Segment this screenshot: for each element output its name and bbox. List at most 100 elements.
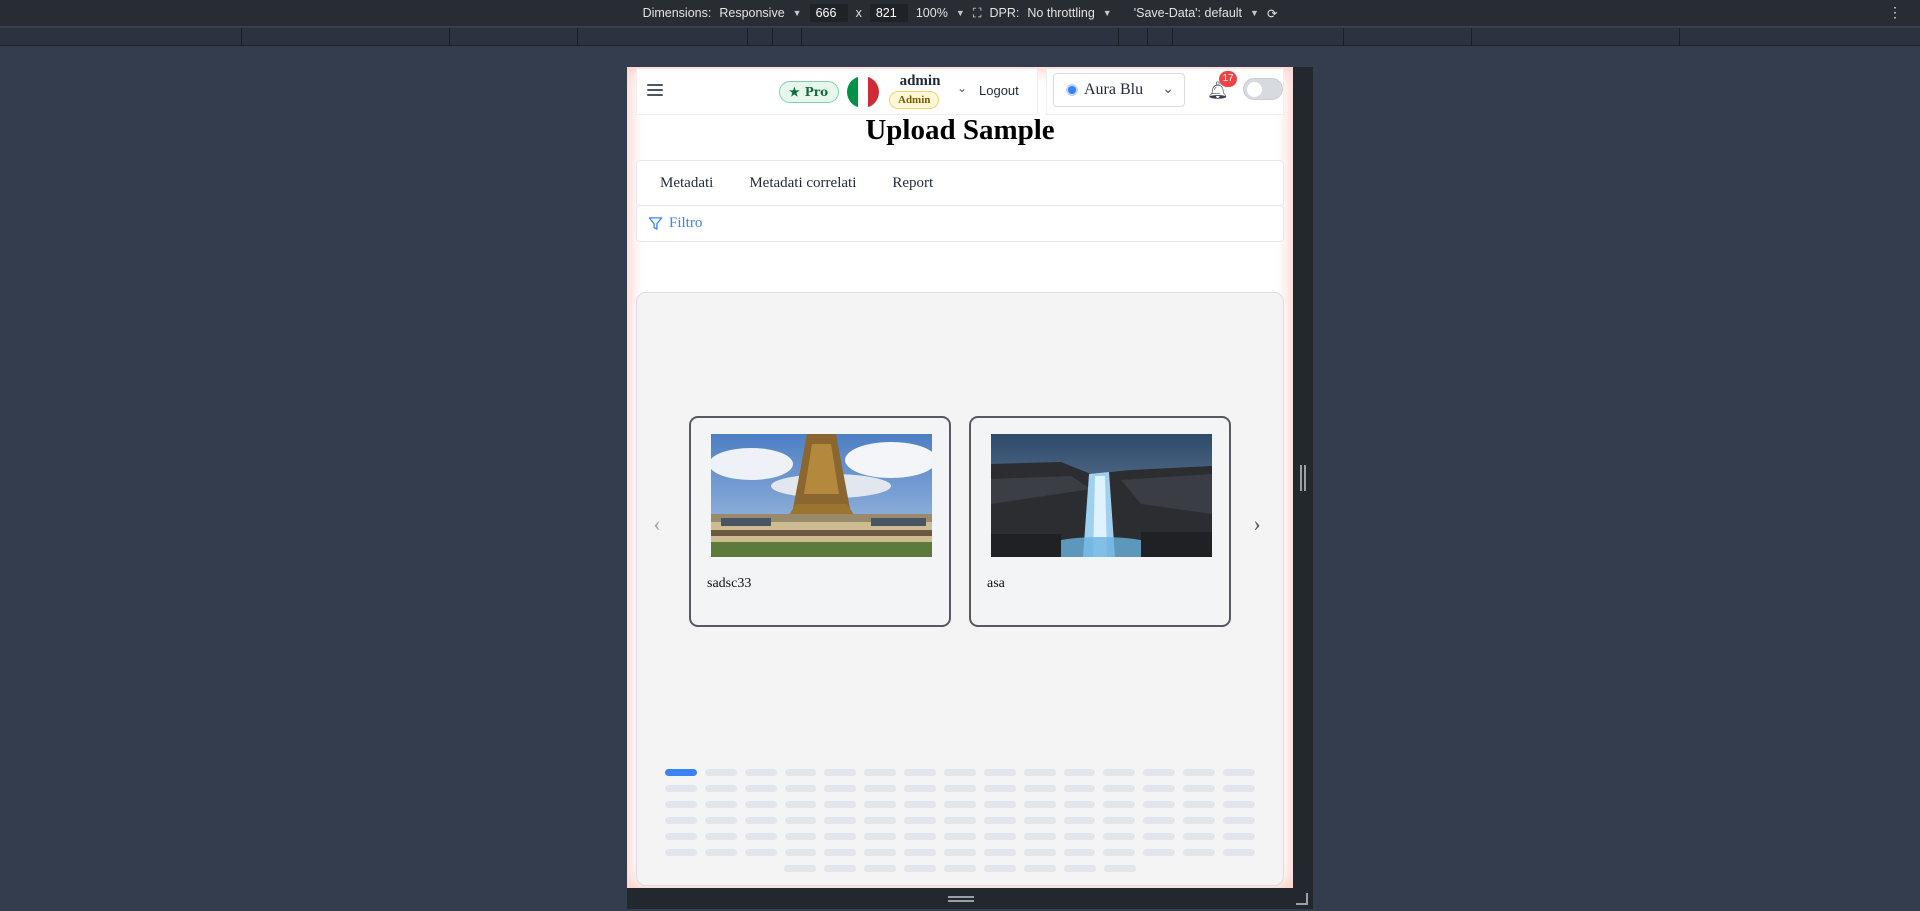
tab-metadati-correlati[interactable]: Metadati correlati (749, 175, 856, 192)
tab-metadati[interactable]: Metadati (660, 175, 713, 192)
logout-button[interactable]: Logout (979, 83, 1019, 98)
pagination-dot[interactable] (1103, 768, 1136, 776)
pagination-dot[interactable] (1023, 816, 1056, 824)
pagination-dot[interactable] (744, 784, 777, 792)
pagination-dot[interactable] (1183, 848, 1216, 856)
pagination-dot[interactable] (704, 816, 737, 824)
pagination-dot[interactable] (1023, 800, 1056, 808)
pagination-dot[interactable] (983, 768, 1016, 776)
pagination-dot[interactable] (864, 816, 897, 824)
more-options-icon[interactable]: ⋮ (1888, 4, 1902, 21)
pagination-dot[interactable] (984, 864, 1016, 872)
pagination-dot[interactable] (1183, 784, 1216, 792)
pagination-dot[interactable] (1064, 864, 1096, 872)
pagination-dot[interactable] (1143, 800, 1176, 808)
pagination-dot[interactable] (744, 848, 777, 856)
pagination-dot[interactable] (1223, 848, 1255, 856)
pagination-dot[interactable] (784, 832, 817, 840)
pagination-dot[interactable] (1063, 816, 1096, 824)
pagination-dot[interactable] (864, 848, 897, 856)
pagination-dot[interactable] (1223, 800, 1255, 808)
pagination-dot[interactable] (1063, 800, 1096, 808)
pagination-dot[interactable] (983, 816, 1016, 824)
pagination-dot[interactable] (1143, 784, 1176, 792)
pagination-dot[interactable] (1023, 848, 1056, 856)
viewport-height-input[interactable]: 821 (869, 4, 908, 22)
pagination-dot[interactable] (1223, 784, 1255, 792)
pagination-dot[interactable] (824, 768, 857, 776)
sample-card[interactable]: asa (969, 416, 1231, 627)
pagination-dot[interactable] (1143, 768, 1176, 776)
pagination-dot[interactable] (784, 768, 817, 776)
pagination-dot[interactable] (824, 864, 856, 872)
pagination-dot[interactable] (1063, 784, 1096, 792)
menu-icon[interactable] (647, 84, 663, 96)
pagination-dot[interactable] (944, 816, 976, 824)
pagination-dot[interactable] (864, 864, 896, 872)
pagination-dot[interactable] (864, 800, 897, 808)
pagination-dot[interactable] (864, 768, 897, 776)
pagination-dot[interactable] (1103, 832, 1136, 840)
pagination-dot[interactable] (704, 832, 737, 840)
pagination-dot[interactable] (1103, 784, 1136, 792)
pagination-dot[interactable] (744, 816, 777, 824)
pagination-dot[interactable] (904, 848, 937, 856)
pagination-dot[interactable] (904, 768, 937, 776)
pagination-dot[interactable] (983, 832, 1016, 840)
pagination-dot[interactable] (864, 832, 897, 840)
pagination-dot[interactable] (1183, 832, 1216, 840)
pagination-dot[interactable] (1183, 768, 1216, 776)
pagination-dot[interactable] (983, 784, 1016, 792)
theme-select[interactable]: Aura Blu ⌄ (1053, 73, 1185, 107)
pagination-dot[interactable] (944, 832, 976, 840)
dimensions-mode-select[interactable]: Responsive (719, 6, 784, 20)
pagination-dot[interactable] (665, 848, 697, 856)
pagination-dot[interactable] (784, 848, 817, 856)
pagination-dot[interactable] (1103, 848, 1136, 856)
pagination-dot[interactable] (665, 816, 697, 824)
pagination-dot[interactable] (1223, 832, 1255, 840)
pagination-dot[interactable] (1143, 848, 1176, 856)
device-frame-icon[interactable]: ⛶ (973, 6, 982, 21)
italy-flag-icon[interactable] (847, 76, 879, 108)
pagination-dot[interactable] (1183, 800, 1216, 808)
pagination-dot[interactable] (983, 848, 1016, 856)
pagination-dot[interactable] (784, 784, 817, 792)
chevron-left-icon[interactable]: ‹ (647, 513, 667, 537)
pagination-dot[interactable] (1103, 800, 1136, 808)
pagination-dot[interactable] (824, 832, 857, 840)
rotate-icon[interactable]: ⟳ (1267, 6, 1277, 21)
pagination-dot[interactable] (704, 848, 737, 856)
pagination-dot[interactable] (744, 800, 777, 808)
pagination-dot[interactable] (784, 864, 816, 872)
throttling-select[interactable]: No throttling (1027, 6, 1094, 20)
pagination-dot[interactable] (784, 800, 817, 808)
pagination-dot[interactable] (824, 800, 857, 808)
pagination-dot[interactable] (944, 768, 976, 776)
pagination-dot[interactable] (704, 800, 737, 808)
pagination-dot[interactable] (784, 816, 817, 824)
pagination-dot[interactable] (944, 848, 976, 856)
pagination-dot[interactable] (1143, 816, 1176, 824)
pagination-dot[interactable] (1063, 832, 1096, 840)
pagination-dot[interactable] (1024, 864, 1056, 872)
pagination-dot[interactable] (665, 768, 697, 776)
pagination-dot[interactable] (1104, 864, 1136, 872)
viewport-width-input[interactable]: 666 (809, 4, 848, 22)
filter-bar[interactable]: Filtro (636, 205, 1284, 242)
pagination-dot[interactable] (1063, 768, 1096, 776)
pagination-dot[interactable] (904, 816, 937, 824)
pagination-dot[interactable] (1183, 816, 1216, 824)
resize-handle-right[interactable] (1300, 465, 1306, 491)
pagination-dot[interactable] (1023, 768, 1056, 776)
resize-handle-corner[interactable] (1296, 893, 1308, 905)
chevron-down-icon[interactable]: ⌄ (957, 81, 967, 96)
pagination-dot[interactable] (904, 800, 937, 808)
pagination-dot[interactable] (904, 832, 937, 840)
tab-report[interactable]: Report (892, 175, 933, 192)
dark-mode-toggle[interactable] (1243, 78, 1283, 100)
zoom-select[interactable]: 100% (916, 6, 948, 20)
pagination-dot[interactable] (1223, 816, 1255, 824)
pagination-dot[interactable] (904, 784, 937, 792)
pagination-dot[interactable] (944, 864, 976, 872)
